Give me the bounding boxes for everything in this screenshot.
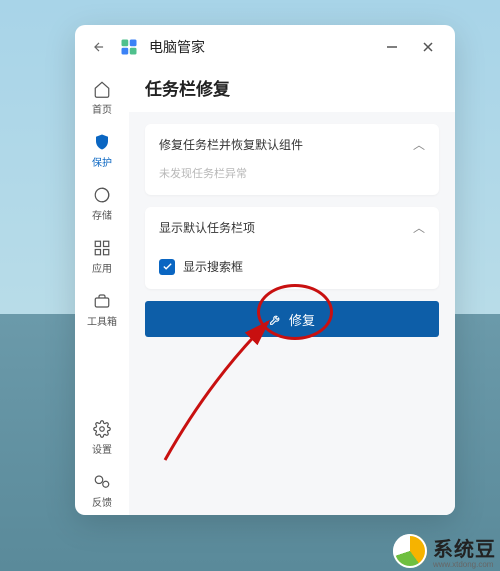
sidebar-item-toolbox[interactable]: 工具箱	[80, 285, 124, 334]
sidebar-item-label: 设置	[92, 441, 112, 456]
chevron-up-icon: ︿	[413, 136, 425, 153]
minimize-icon	[386, 41, 398, 53]
repair-button[interactable]: 修复	[145, 301, 439, 337]
close-button[interactable]	[415, 37, 441, 57]
storage-icon	[92, 185, 112, 205]
grid-icon	[92, 238, 112, 258]
watermark-url: www.xtdong.com	[433, 560, 496, 569]
sidebar-item-home[interactable]: 首页	[80, 73, 124, 122]
back-button[interactable]	[89, 37, 109, 57]
content-area: 任务栏修复 修复任务栏并恢复默认组件 ︿ 未发现任务栏异常 显示默认任务栏项 ︿	[129, 65, 455, 515]
gear-icon	[92, 419, 112, 439]
sidebar: 首页 保护 存储 应用 工具箱 设置	[75, 65, 129, 515]
sidebar-item-settings[interactable]: 设置	[80, 413, 124, 462]
sidebar-item-label: 工具箱	[87, 313, 117, 328]
checkbox-label: 显示搜索框	[183, 258, 243, 275]
sidebar-item-protect[interactable]: 保护	[80, 126, 124, 175]
app-logo-icon	[119, 37, 139, 57]
shield-icon	[92, 132, 112, 152]
watermark-name: 系统豆	[433, 533, 496, 562]
sidebar-item-label: 保护	[92, 154, 112, 169]
page-title: 任务栏修复	[129, 65, 455, 112]
watermark-logo-icon	[393, 534, 427, 568]
toolbox-icon	[92, 291, 112, 311]
card-title: 显示默认任务栏项	[159, 219, 255, 236]
minimize-button[interactable]	[379, 37, 405, 57]
sidebar-item-storage[interactable]: 存储	[80, 179, 124, 228]
sidebar-item-label: 反馈	[92, 494, 112, 509]
card-restore-defaults: 修复任务栏并恢复默认组件 ︿ 未发现任务栏异常	[145, 124, 439, 195]
sidebar-item-label: 首页	[92, 101, 112, 116]
card-default-items: 显示默认任务栏项 ︿ 显示搜索框	[145, 207, 439, 289]
app-window: 电脑管家 首页 保护 存储 应用	[75, 25, 455, 515]
checkbox-row-search[interactable]: 显示搜索框	[145, 248, 439, 289]
card-title: 修复任务栏并恢复默认组件	[159, 136, 303, 153]
app-title: 电脑管家	[149, 37, 369, 57]
sidebar-item-apps[interactable]: 应用	[80, 232, 124, 281]
sidebar-item-feedback[interactable]: 反馈	[80, 466, 124, 515]
wrench-icon	[269, 312, 283, 326]
card-header[interactable]: 修复任务栏并恢复默认组件 ︿	[145, 124, 439, 165]
close-icon	[422, 41, 434, 53]
arrow-left-icon	[92, 40, 106, 54]
repair-button-label: 修复	[289, 310, 315, 329]
home-icon	[92, 79, 112, 99]
titlebar: 电脑管家	[75, 25, 455, 65]
sidebar-item-label: 存储	[92, 207, 112, 222]
window-body: 首页 保护 存储 应用 工具箱 设置	[75, 65, 455, 515]
sidebar-item-label: 应用	[92, 260, 112, 275]
card-status-text: 未发现任务栏异常	[145, 165, 439, 195]
card-header[interactable]: 显示默认任务栏项 ︿	[145, 207, 439, 248]
checkbox-checked-icon	[159, 259, 175, 275]
chevron-up-icon: ︿	[413, 219, 425, 236]
feedback-icon	[92, 472, 112, 492]
watermark: 系统豆 www.xtdong.com	[393, 533, 496, 569]
